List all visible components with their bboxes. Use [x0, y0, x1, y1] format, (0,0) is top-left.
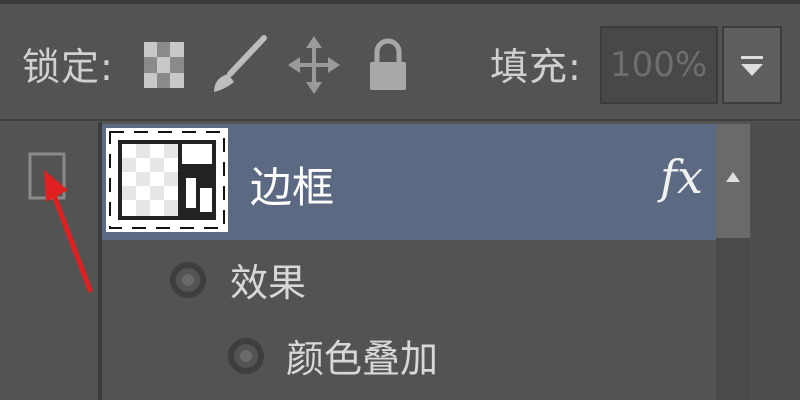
lock-label: 锁定:: [22, 45, 114, 89]
layer-name[interactable]: 边框: [250, 154, 334, 215]
transparency-lock-icon[interactable]: [144, 42, 184, 88]
fill-opacity-input[interactable]: 100%: [600, 26, 718, 104]
effects-group-label[interactable]: 效果: [230, 252, 306, 307]
eye-icon[interactable]: [226, 336, 266, 376]
layer-thumbnail[interactable]: [106, 128, 228, 232]
annotation-arrow-icon: [44, 170, 93, 293]
effect-item-color-overlay[interactable]: 颜色叠加: [286, 328, 438, 383]
chevron-down-icon: [741, 56, 763, 76]
scroll-up-arrow-icon[interactable]: [716, 124, 750, 184]
eye-icon[interactable]: [168, 260, 208, 300]
brush-icon[interactable]: [208, 34, 270, 96]
panel-right-edge: [750, 122, 800, 400]
fill-dropdown-button[interactable]: [722, 26, 782, 104]
fill-label: 填充:: [490, 45, 582, 89]
padlock-icon[interactable]: [368, 38, 408, 92]
layer-effects-fx-icon[interactable]: fx: [660, 150, 703, 204]
scrollbar-thumb[interactable]: [716, 124, 750, 238]
toolbar-divider: [0, 119, 800, 121]
move-arrows-icon[interactable]: [288, 36, 340, 94]
